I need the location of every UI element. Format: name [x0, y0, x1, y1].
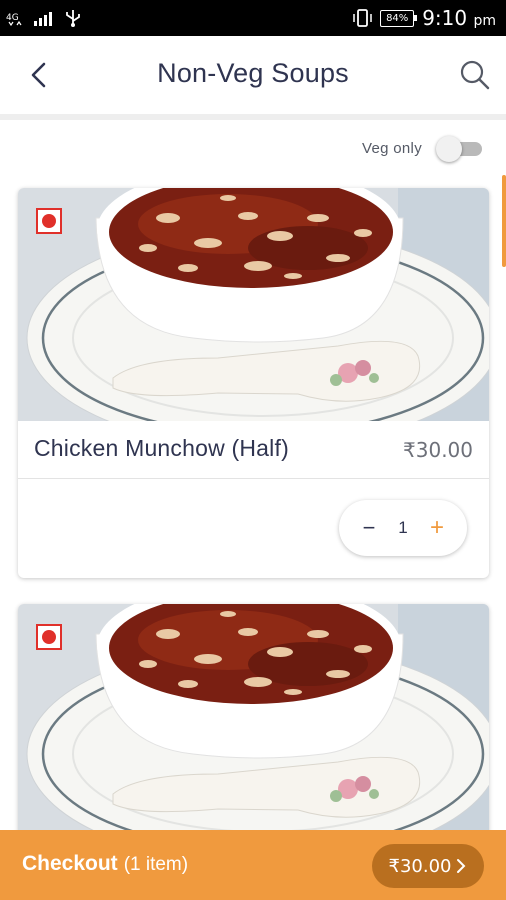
checkout-bar[interactable]: Checkout (1 item) ₹30.00	[0, 830, 506, 900]
veg-only-filter: Veg only	[362, 130, 484, 166]
status-left-icons: 4G	[6, 8, 84, 28]
menu-item-card: Chicken Munchow (Half) ₹30.00 − 1 +	[18, 188, 489, 578]
battery-level: 84%	[386, 12, 409, 24]
card-divider	[18, 478, 489, 479]
status-right: 84% 9:10 pm	[352, 6, 496, 30]
data-4g-icon: 4G	[6, 13, 22, 26]
search-button[interactable]	[458, 58, 492, 92]
svg-text:4G: 4G	[6, 13, 19, 23]
app-bar-divider	[0, 114, 506, 120]
clock-time: 9:10	[422, 6, 468, 30]
checkout-text: Checkout	[22, 852, 118, 875]
vibrate-icon	[353, 9, 372, 27]
usb-icon	[66, 10, 80, 27]
app-bar: Non-Veg Soups	[0, 36, 506, 116]
checkout-total-amount: ₹30.00	[388, 855, 452, 877]
food-image	[18, 604, 489, 837]
chevron-right-icon	[457, 859, 466, 873]
clock-ampm: pm	[473, 13, 496, 29]
item-name: Chicken Munchow (Half)	[34, 435, 289, 461]
clock: 9:10 pm	[422, 6, 496, 30]
checkout-label: Checkout (1 item)	[22, 852, 188, 876]
veg-only-label: Veg only	[362, 139, 422, 157]
decrease-quantity-button[interactable]: −	[359, 515, 379, 541]
scrollbar[interactable]	[502, 175, 506, 267]
menu-item-card	[18, 604, 489, 864]
food-image	[18, 188, 489, 421]
signal-icon	[34, 12, 52, 26]
veg-only-toggle[interactable]	[436, 134, 484, 162]
item-price: ₹30.00	[403, 438, 473, 462]
quantity-value: 1	[398, 518, 408, 537]
status-bar: 4G 84% 9:10 pm	[0, 0, 506, 36]
quantity-stepper: − 1 +	[339, 500, 467, 556]
search-icon	[460, 60, 490, 90]
non-veg-icon	[36, 624, 62, 650]
page-title: Non-Veg Soups	[157, 58, 349, 88]
toggle-thumb	[436, 136, 462, 162]
checkout-total-button[interactable]: ₹30.00	[372, 844, 484, 888]
increase-quantity-button[interactable]: +	[427, 514, 447, 542]
battery-icon: 84%	[380, 9, 418, 27]
checkout-item-count: (1 item)	[123, 854, 189, 875]
non-veg-icon	[36, 208, 62, 234]
